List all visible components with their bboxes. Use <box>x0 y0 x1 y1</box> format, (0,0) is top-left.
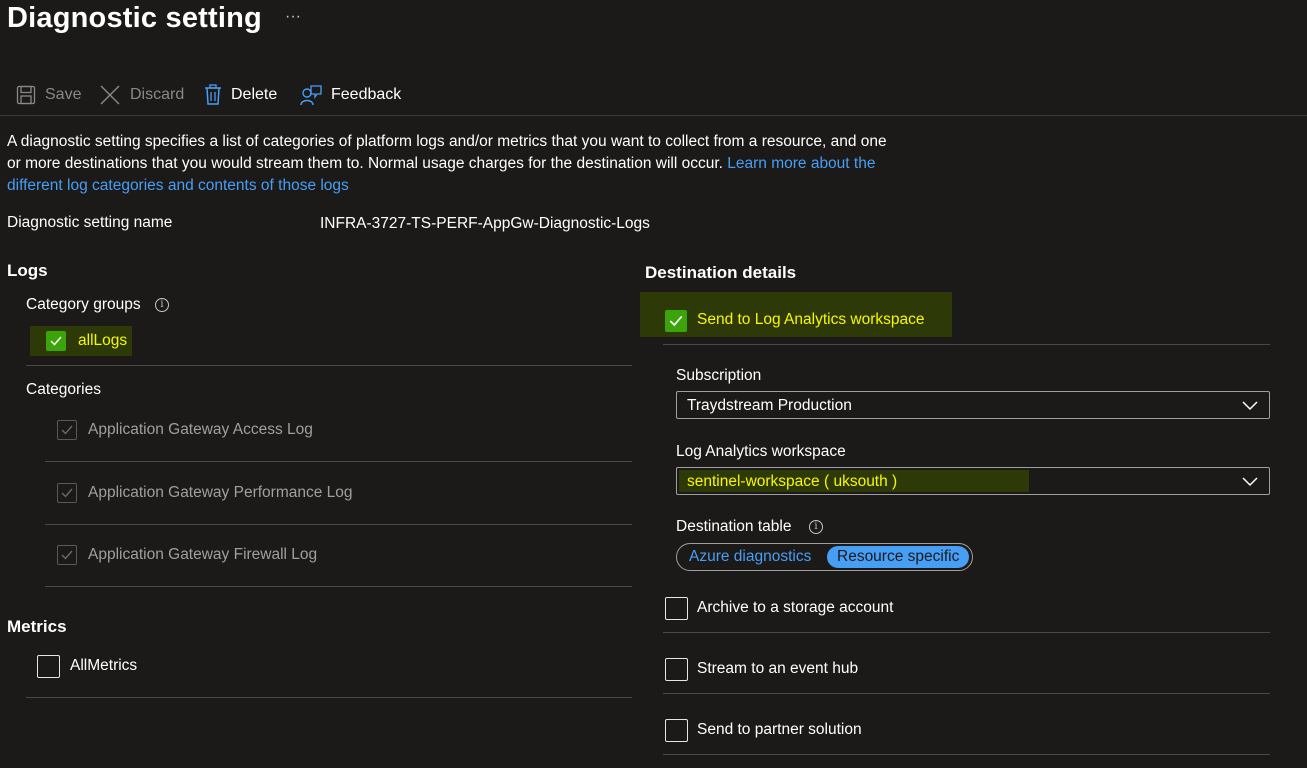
divider <box>663 693 1270 694</box>
delete-button[interactable]: Delete <box>204 80 277 110</box>
toolbar-divider <box>0 115 1307 116</box>
category-label: Application Gateway Firewall Log <box>88 546 318 563</box>
resource-specific-option[interactable]: Resource specific <box>827 546 970 568</box>
azure-diagnostics-option[interactable]: Azure diagnostics <box>679 546 821 568</box>
divider <box>45 524 632 525</box>
destination-table-label: Destination table <box>676 518 792 535</box>
logs-heading: Logs <box>7 261 48 280</box>
chevron-down-icon <box>1242 477 1258 487</box>
metrics-heading: Metrics <box>7 617 67 636</box>
log-analytics-label: Send to Log Analytics workspace <box>697 311 925 328</box>
checkmark-icon <box>61 488 73 498</box>
setting-name-value: INFRA-3727-TS-PERF-AppGw-Diagnostic-Logs <box>320 215 650 232</box>
more-options-button[interactable]: ··· <box>285 8 301 26</box>
divider <box>45 461 632 462</box>
divider <box>663 344 1270 345</box>
access-log-checkbox[interactable] <box>57 420 77 440</box>
category-groups-label: Category groups <box>26 296 141 313</box>
archive-checkbox[interactable] <box>665 597 688 620</box>
workspace-value: sentinel-workspace ( uksouth ) <box>687 473 898 490</box>
page-title: Diagnostic setting <box>7 2 262 34</box>
delete-label: Delete <box>231 86 278 103</box>
checkmark-icon <box>61 425 73 435</box>
category-label: Application Gateway Performance Log <box>88 484 353 501</box>
performance-log-checkbox[interactable] <box>57 483 77 503</box>
command-bar: Save Discard Delete Feedback <box>0 80 1307 110</box>
log-analytics-checkbox[interactable] <box>665 310 687 332</box>
subscription-value: Traydstream Production <box>687 397 852 414</box>
checkmark-icon <box>50 336 62 346</box>
feedback-button[interactable]: Feedback <box>300 80 401 110</box>
divider <box>45 586 632 587</box>
divider <box>26 365 632 366</box>
all-logs-label: allLogs <box>78 332 128 349</box>
chevron-down-icon <box>1242 401 1258 411</box>
event-hub-label: Stream to an event hub <box>697 660 859 677</box>
workspace-label: Log Analytics workspace <box>676 443 846 460</box>
save-label: Save <box>45 86 82 103</box>
trash-icon <box>205 84 221 105</box>
all-logs-checkbox[interactable] <box>46 331 66 351</box>
save-icon <box>16 85 36 105</box>
discard-button[interactable]: Discard <box>99 80 184 110</box>
description: A diagnostic setting specifies a list of… <box>7 131 887 197</box>
feedback-icon <box>300 85 322 106</box>
setting-name-label: Diagnostic setting name <box>7 214 173 231</box>
divider <box>26 697 632 698</box>
discard-label: Discard <box>130 86 185 103</box>
close-icon <box>100 85 120 105</box>
firewall-log-checkbox[interactable] <box>57 545 77 565</box>
destination-table-toggle: Azure diagnostics Resource specific <box>676 543 973 571</box>
all-metrics-checkbox[interactable] <box>37 655 60 678</box>
partner-solution-checkbox[interactable] <box>665 719 688 742</box>
all-metrics-label: AllMetrics <box>70 657 138 674</box>
divider <box>663 632 1270 633</box>
checkmark-icon <box>669 315 683 327</box>
archive-label: Archive to a storage account <box>697 599 894 616</box>
checkmark-icon <box>61 550 73 560</box>
divider <box>663 754 1270 755</box>
info-icon[interactable]: i <box>155 298 169 312</box>
save-button[interactable]: Save <box>16 80 81 110</box>
feedback-label: Feedback <box>331 86 402 103</box>
destination-heading: Destination details <box>645 263 797 282</box>
workspace-dropdown[interactable]: sentinel-workspace ( uksouth ) <box>676 467 1270 495</box>
subscription-dropdown[interactable]: Traydstream Production <box>676 391 1270 419</box>
category-label: Application Gateway Access Log <box>88 421 313 438</box>
categories-label: Categories <box>26 381 101 398</box>
partner-solution-label: Send to partner solution <box>697 721 862 738</box>
subscription-label: Subscription <box>676 367 762 384</box>
event-hub-checkbox[interactable] <box>665 658 688 681</box>
info-icon[interactable]: i <box>809 520 823 534</box>
